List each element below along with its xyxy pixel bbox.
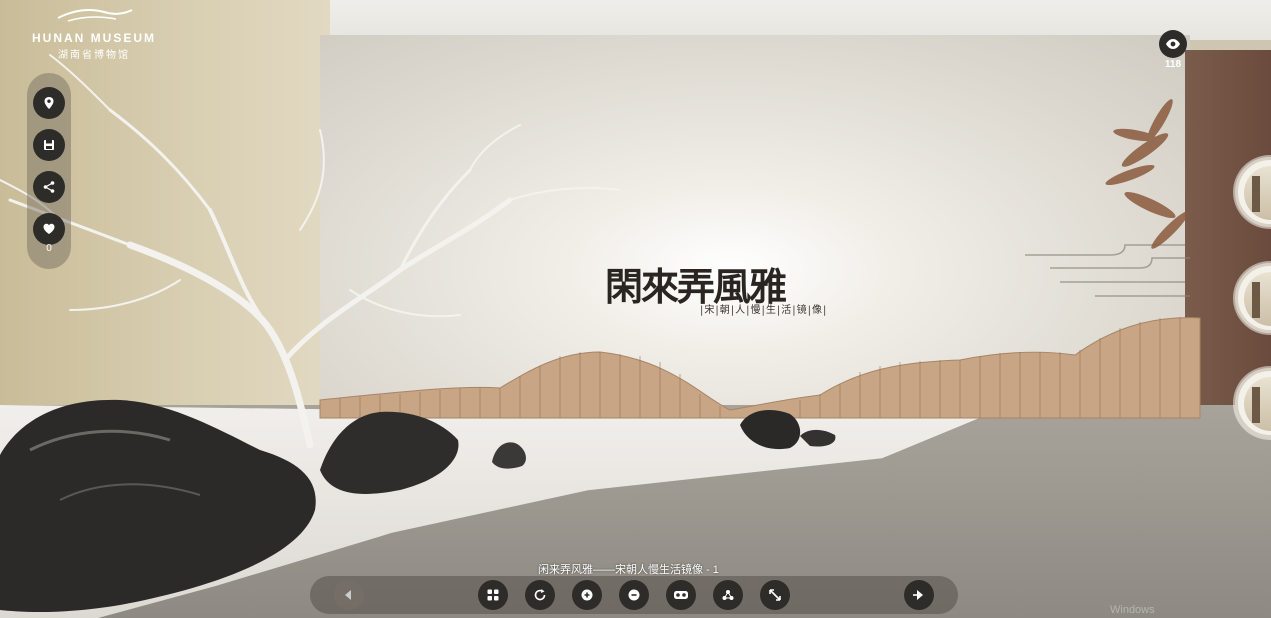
prev-scene-button[interactable]	[334, 580, 364, 610]
save-button[interactable]	[33, 129, 65, 161]
vr-glasses-icon	[674, 591, 688, 599]
museum-logo[interactable]: HUNAN MUSEUM 湖南省博物馆	[24, 6, 164, 61]
vr-mode-button[interactable]	[666, 580, 696, 610]
views-button[interactable]	[1159, 30, 1187, 58]
fullscreen-button[interactable]	[760, 580, 790, 610]
cloud-pattern	[1025, 244, 1190, 297]
thumbnail-image	[1244, 377, 1271, 431]
logo-chinese: 湖南省博物馆	[58, 50, 130, 61]
share-button[interactable]	[33, 171, 65, 203]
zoom-in-button[interactable]	[572, 580, 602, 610]
panorama-viewport[interactable]: 閑來弄風雅 |宋|朝|人|慢|生|活|镜|像|	[0, 0, 1271, 618]
heart-icon	[43, 223, 55, 234]
auto-rotate-button[interactable]	[525, 580, 555, 610]
grid-icon	[487, 589, 499, 601]
gyroscope-button[interactable]	[713, 580, 743, 610]
scene-caption: 闲来弄风雅——宋朝人慢生活镜像 - 1	[538, 564, 719, 576]
rotate-icon	[534, 589, 546, 601]
thumbnail-image	[1244, 272, 1271, 326]
save-icon	[44, 140, 54, 150]
view-counter: 118	[1158, 30, 1188, 70]
thumbnail-image	[1244, 166, 1271, 220]
exhibit-wall-subtitle: |宋|朝|人|慢|生|活|镜|像|	[700, 305, 828, 316]
os-watermark: Windows	[1110, 604, 1155, 616]
fullscreen-icon	[769, 589, 781, 601]
like-button[interactable]	[33, 213, 65, 245]
bottom-toolbar	[310, 576, 958, 614]
prev-arrow-icon	[345, 590, 351, 600]
like-count: 0	[46, 243, 52, 254]
map-pin-button[interactable]	[33, 87, 65, 119]
bamboo-decor	[1105, 99, 1189, 249]
next-arrow-icon	[913, 590, 923, 600]
zoom-out-button[interactable]	[619, 580, 649, 610]
scene-list-button[interactable]	[478, 580, 508, 610]
eye-icon	[1166, 39, 1180, 49]
side-toolbar: 0	[27, 73, 71, 269]
zoom-in-icon	[581, 589, 593, 601]
map-pin-icon	[44, 97, 54, 109]
share-icon	[43, 181, 55, 193]
gyroscope-icon	[722, 590, 734, 600]
logo-english: HUNAN MUSEUM	[32, 31, 156, 45]
zoom-out-icon	[628, 589, 640, 601]
next-scene-button[interactable]	[904, 580, 934, 610]
view-count: 118	[1164, 59, 1182, 70]
logo-mark-icon	[57, 9, 133, 22]
wooden-fence	[319, 317, 1201, 419]
